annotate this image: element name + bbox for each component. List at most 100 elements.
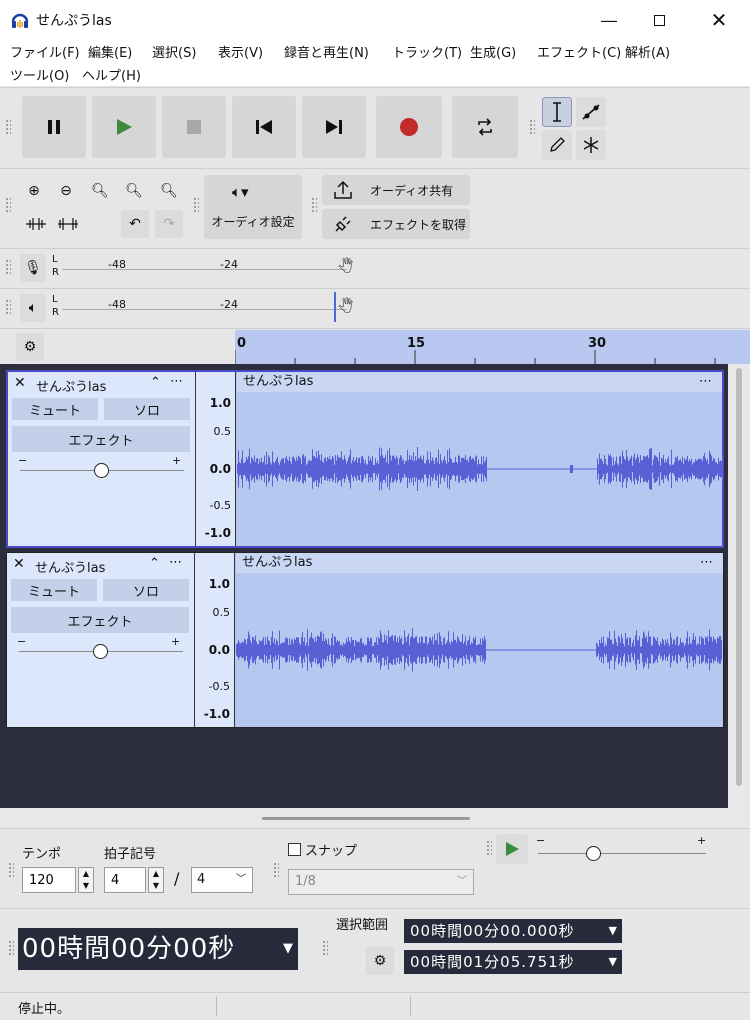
timeline-settings-button[interactable]: ⚙: [16, 333, 44, 361]
stop-button[interactable]: [162, 96, 226, 158]
selection-start-time[interactable]: 00時間00分00.000秒 ▼: [404, 919, 622, 943]
zoom-out-button[interactable]: ⊖: [52, 177, 80, 205]
tempo-spinner[interactable]: ▲ ▼: [78, 867, 94, 893]
toolbar-grip[interactable]: [5, 119, 11, 135]
track-menu-button[interactable]: ⋯: [169, 555, 182, 570]
effects-button[interactable]: エフェクト: [12, 426, 190, 452]
play-button[interactable]: [92, 96, 156, 158]
track-name[interactable]: せんぷうlas: [36, 376, 106, 395]
get-effects-button[interactable]: エフェクトを取得: [322, 209, 470, 239]
redo-button[interactable]: ↷: [155, 210, 183, 238]
record-volume-slider-icon[interactable]: 🖑︎: [338, 256, 353, 280]
loop-button[interactable]: [452, 96, 518, 158]
toolbar-grip[interactable]: [8, 862, 14, 878]
time-signature-numerator[interactable]: [104, 867, 146, 893]
envelope-tool-button[interactable]: [576, 97, 606, 127]
zoom-in-button[interactable]: ⊕: [20, 177, 48, 205]
audio-clip[interactable]: せんぷうlas ⋯: [236, 553, 723, 727]
timeline-left: ⚙: [0, 330, 235, 364]
multi-tool-button[interactable]: [576, 130, 606, 160]
snap-dropdown[interactable]: 1/8 ﹀: [288, 869, 474, 895]
fit-selection-button[interactable]: 🔍︎: [86, 177, 114, 205]
playback-volume-slider-icon[interactable]: 🖑︎: [338, 296, 353, 320]
speed-slider-thumb[interactable]: [586, 846, 601, 861]
timeline-ruler[interactable]: 0 15 30: [234, 330, 750, 364]
share-audio-button[interactable]: オーディオ共有: [322, 175, 470, 205]
menu-analyze[interactable]: 解析(A): [625, 42, 670, 61]
track-close-button[interactable]: ✕: [14, 375, 26, 391]
menu-generate[interactable]: 生成(G): [470, 42, 516, 61]
minimize-button[interactable]: ―: [584, 0, 634, 40]
clip-header[interactable]: せんぷうlas ⋯: [237, 372, 722, 392]
trim-button[interactable]: [22, 210, 50, 238]
clip-menu-icon[interactable]: ⋯: [699, 372, 712, 392]
menu-tools[interactable]: ツール(O): [10, 65, 69, 84]
mute-button[interactable]: ミュート: [11, 579, 97, 601]
toolbar-grip[interactable]: [273, 862, 279, 878]
menu-tracks[interactable]: トラック(T): [392, 42, 462, 61]
audio-clip[interactable]: せんぷうlas ⋯: [237, 372, 723, 546]
vertical-scrollbar[interactable]: [728, 364, 750, 808]
horizontal-scrollbar[interactable]: [0, 808, 750, 828]
silence-button[interactable]: [54, 210, 82, 238]
audio-track[interactable]: ✕ せんぷうlas ⌃ ⋯ ミュート ソロ エフェクト − + 1.0 0.5 …: [6, 370, 724, 548]
pause-button[interactable]: [22, 96, 86, 158]
record-meter-button[interactable]: 🎙︎: [20, 254, 46, 282]
snap-checkbox[interactable]: [288, 843, 301, 856]
selection-tool-button[interactable]: [542, 97, 572, 127]
toolbar-grip[interactable]: [311, 197, 317, 213]
track-close-button[interactable]: ✕: [13, 556, 25, 572]
clip-menu-icon[interactable]: ⋯: [700, 553, 713, 573]
menu-edit[interactable]: 編集(E): [88, 42, 132, 61]
time-signature-denominator[interactable]: 4 ﹀: [191, 867, 253, 893]
track-name[interactable]: せんぷうlas: [35, 557, 105, 576]
solo-button[interactable]: ソロ: [103, 579, 189, 601]
clip-header[interactable]: せんぷうlas ⋯: [236, 553, 723, 573]
skip-to-end-button[interactable]: [302, 96, 366, 158]
menu-transport[interactable]: 録音と再生(N): [284, 42, 369, 61]
menu-select[interactable]: 選択(S): [152, 42, 196, 61]
pan-slider-thumb[interactable]: [93, 644, 108, 659]
audio-setup-button[interactable]: 🔈︎▾ オーディオ設定: [204, 175, 302, 239]
playback-meter[interactable]: -48 -24: [62, 290, 347, 324]
toolbar-grip[interactable]: [8, 940, 14, 956]
skip-to-start-button[interactable]: [232, 96, 296, 158]
effects-button[interactable]: エフェクト: [11, 607, 189, 633]
selection-settings-button[interactable]: ⚙: [366, 947, 394, 975]
draw-tool-button[interactable]: [542, 130, 572, 160]
record-meter[interactable]: -48 -24: [62, 250, 347, 284]
horizontal-scroll-thumb[interactable]: [262, 817, 470, 820]
menu-file[interactable]: ファイル(F): [10, 42, 80, 61]
toolbar-grip[interactable]: [5, 197, 11, 213]
menu-help[interactable]: ヘルプ(H): [82, 65, 141, 84]
vertical-scroll-thumb[interactable]: [736, 368, 742, 786]
pan-slider-thumb[interactable]: [94, 463, 109, 478]
menu-view[interactable]: 表示(V): [218, 42, 263, 61]
record-button[interactable]: [376, 96, 442, 158]
undo-button[interactable]: ↶: [121, 210, 149, 238]
zoom-toggle-button[interactable]: 🔍︎: [155, 177, 183, 205]
solo-button[interactable]: ソロ: [104, 398, 190, 420]
toolbar-grip[interactable]: [486, 840, 492, 856]
time-display[interactable]: 00時間00分00秒 ▼: [18, 928, 298, 970]
track-collapse-button[interactable]: ⌃: [150, 375, 161, 390]
close-button[interactable]: ✕: [694, 0, 744, 40]
selection-end-time[interactable]: 00時間01分05.751秒 ▼: [404, 950, 622, 974]
play-at-speed-button[interactable]: [496, 834, 528, 864]
toolbar-grip[interactable]: [5, 259, 11, 275]
numerator-spinner[interactable]: ▲ ▼: [148, 867, 164, 893]
tempo-input[interactable]: [22, 867, 76, 893]
maximize-button[interactable]: [634, 0, 684, 40]
mute-button[interactable]: ミュート: [12, 398, 98, 420]
track-menu-button[interactable]: ⋯: [170, 374, 183, 389]
envelope-icon: [582, 104, 600, 120]
playback-meter-button[interactable]: 🔈︎: [20, 294, 46, 322]
track-collapse-button[interactable]: ⌃: [149, 556, 160, 571]
toolbar-grip[interactable]: [529, 119, 535, 135]
toolbar-grip[interactable]: [193, 197, 199, 213]
menu-effect[interactable]: エフェクト(C): [537, 42, 621, 61]
audio-track[interactable]: ✕ せんぷうlas ⌃ ⋯ ミュート ソロ エフェクト − + 1.0 0.5 …: [6, 552, 724, 728]
toolbar-grip[interactable]: [322, 940, 328, 956]
fit-project-button[interactable]: 🔍︎: [120, 177, 148, 205]
toolbar-grip[interactable]: [5, 299, 11, 315]
